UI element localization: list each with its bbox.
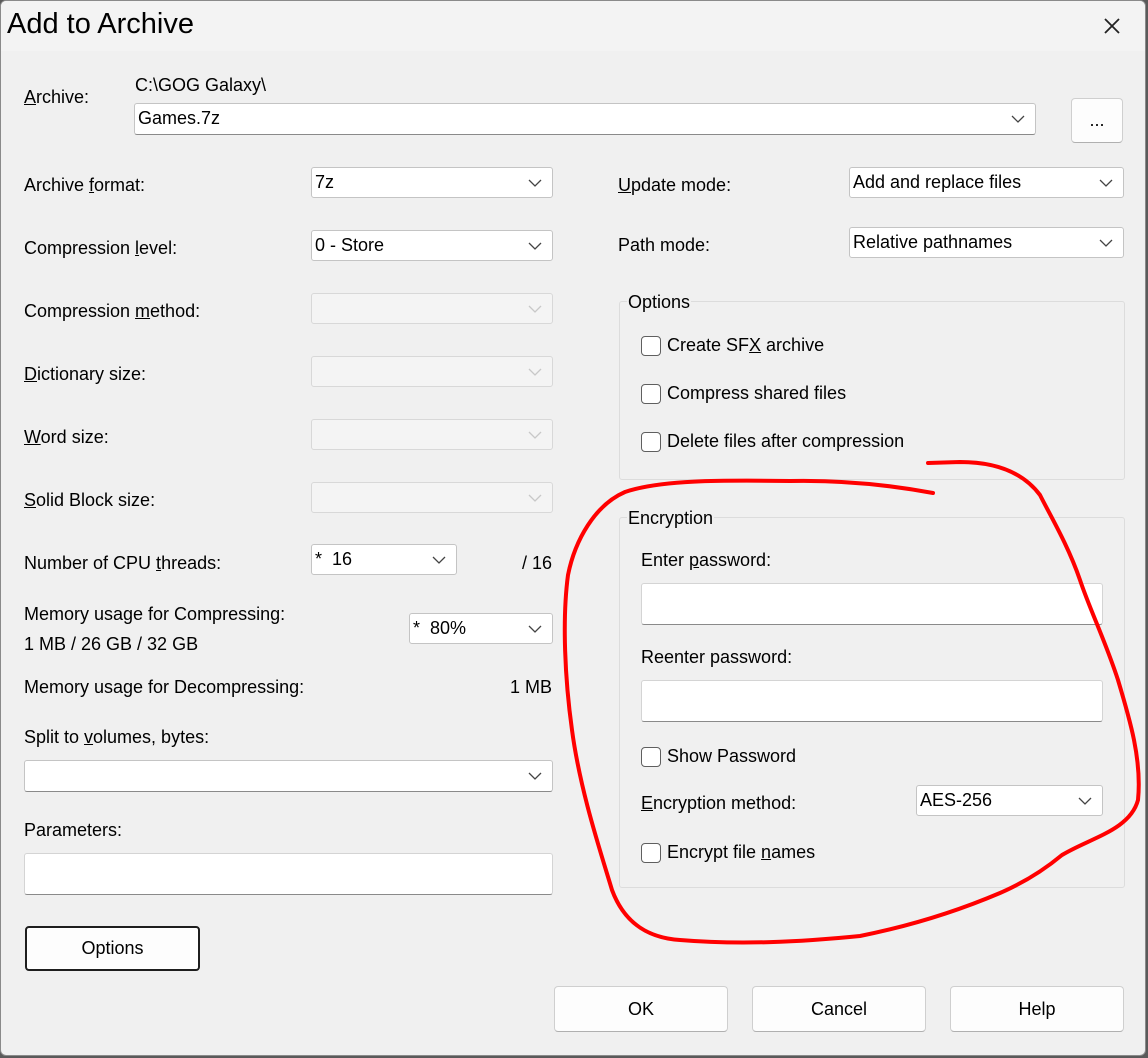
title-bar: Add to Archive (1, 1, 1145, 51)
archive-format-value: 7z (315, 172, 335, 192)
chevron-down-icon (528, 305, 542, 313)
encrypt-names-label: Encrypt file names (667, 842, 816, 862)
update-mode-value: Add and replace files (853, 172, 1022, 192)
chevron-down-icon (432, 556, 446, 564)
cancel-button[interactable]: Cancel (752, 986, 926, 1032)
chevron-down-icon (528, 772, 542, 780)
compression-method-select[interactable] (311, 293, 553, 324)
cpu-threads-value: * 16 (315, 549, 353, 569)
solid-block-size-select[interactable] (311, 482, 553, 513)
split-volumes-label: Split to volumes, bytes: (24, 727, 210, 747)
chevron-down-icon (528, 242, 542, 250)
dictionary-size-label: Dictionary size: (24, 364, 147, 384)
compression-method-label: Compression method: (24, 301, 201, 321)
parameters-input[interactable] (24, 853, 553, 895)
delete-after-checkbox[interactable]: Delete files after compression (641, 431, 904, 452)
archive-label: Archive: (24, 87, 90, 107)
encryption-group-title: Encryption (627, 508, 715, 529)
archive-format-label: Archive format: (24, 175, 146, 195)
options-group-title: Options (627, 292, 692, 313)
window-title: Add to Archive (7, 8, 194, 40)
chevron-down-icon (1099, 239, 1113, 247)
checkbox-icon (641, 383, 661, 404)
enter-password-input[interactable] (641, 583, 1103, 625)
cpu-threads-max: / 16 (522, 553, 553, 573)
browse-button[interactable]: ... (1071, 98, 1123, 143)
parameters-label: Parameters: (24, 820, 123, 840)
archive-format-select[interactable]: 7z (311, 167, 553, 198)
path-mode-select[interactable]: Relative pathnames (849, 227, 1124, 258)
chevron-down-icon (528, 625, 542, 633)
archive-path: C:\GOG Galaxy\ (135, 75, 267, 95)
cpu-threads-label: Number of CPU threads: (24, 553, 222, 573)
memory-compress-detail: 1 MB / 26 GB / 32 GB (24, 634, 199, 654)
word-size-label: Word size: (24, 427, 109, 447)
memory-decompress-value: 1 MB (510, 677, 553, 697)
memory-compress-label: Memory usage for Compressing: (24, 604, 286, 624)
chevron-down-icon (528, 179, 542, 187)
cpu-threads-select[interactable]: * 16 (311, 544, 457, 575)
compression-level-value: 0 - Store (315, 235, 385, 255)
compression-level-label: Compression level: (24, 238, 178, 258)
chevron-down-icon (1011, 115, 1025, 123)
encryption-method-label: Encryption method: (641, 793, 797, 813)
show-password-label: Show Password (667, 746, 797, 766)
encryption-method-value: AES-256 (920, 790, 993, 810)
checkbox-icon (641, 746, 661, 767)
solid-block-size-label: Solid Block size: (24, 490, 156, 510)
checkbox-icon (641, 431, 661, 452)
close-icon[interactable] (1097, 11, 1127, 41)
chevron-down-icon (528, 431, 542, 439)
path-mode-value: Relative pathnames (853, 232, 1013, 252)
compression-level-select[interactable]: 0 - Store (311, 230, 553, 261)
checkbox-icon (641, 335, 661, 356)
delete-after-label: Delete files after compression (667, 431, 905, 451)
archive-name-combo[interactable]: Games.7z (134, 103, 1036, 135)
memory-compress-select[interactable]: * 80% (409, 613, 553, 644)
memory-compress-value: * 80% (413, 618, 467, 638)
path-mode-label: Path mode: (618, 235, 711, 255)
enter-password-label: Enter password: (641, 550, 772, 570)
dictionary-size-select[interactable] (311, 356, 553, 387)
update-mode-label: Update mode: (618, 175, 732, 195)
encrypt-names-checkbox[interactable]: Encrypt file names (641, 842, 815, 863)
create-sfx-label: Create SFX archive (667, 335, 825, 355)
encryption-method-select[interactable]: AES-256 (916, 785, 1103, 816)
chevron-down-icon (1099, 179, 1113, 187)
archive-name-value: Games.7z (138, 108, 221, 128)
word-size-select[interactable] (311, 419, 553, 450)
ok-button[interactable]: OK (554, 986, 728, 1032)
options-button[interactable]: Options (25, 926, 200, 971)
update-mode-select[interactable]: Add and replace files (849, 167, 1124, 198)
split-volumes-combo[interactable] (24, 760, 553, 792)
add-to-archive-dialog: Add to Archive Archive: C:\GOG Galaxy\ G… (0, 0, 1146, 1056)
checkbox-icon (641, 842, 661, 863)
memory-decompress-label: Memory usage for Decompressing: (24, 677, 305, 697)
reenter-password-input[interactable] (641, 680, 1103, 722)
compress-shared-label: Compress shared files (667, 383, 847, 403)
help-button[interactable]: Help (950, 986, 1124, 1032)
chevron-down-icon (1078, 797, 1092, 805)
chevron-down-icon (528, 494, 542, 502)
compress-shared-checkbox[interactable]: Compress shared files (641, 383, 846, 404)
chevron-down-icon (528, 368, 542, 376)
create-sfx-checkbox[interactable]: Create SFX archive (641, 335, 824, 356)
show-password-checkbox[interactable]: Show Password (641, 746, 796, 767)
reenter-password-label: Reenter password: (641, 647, 793, 667)
